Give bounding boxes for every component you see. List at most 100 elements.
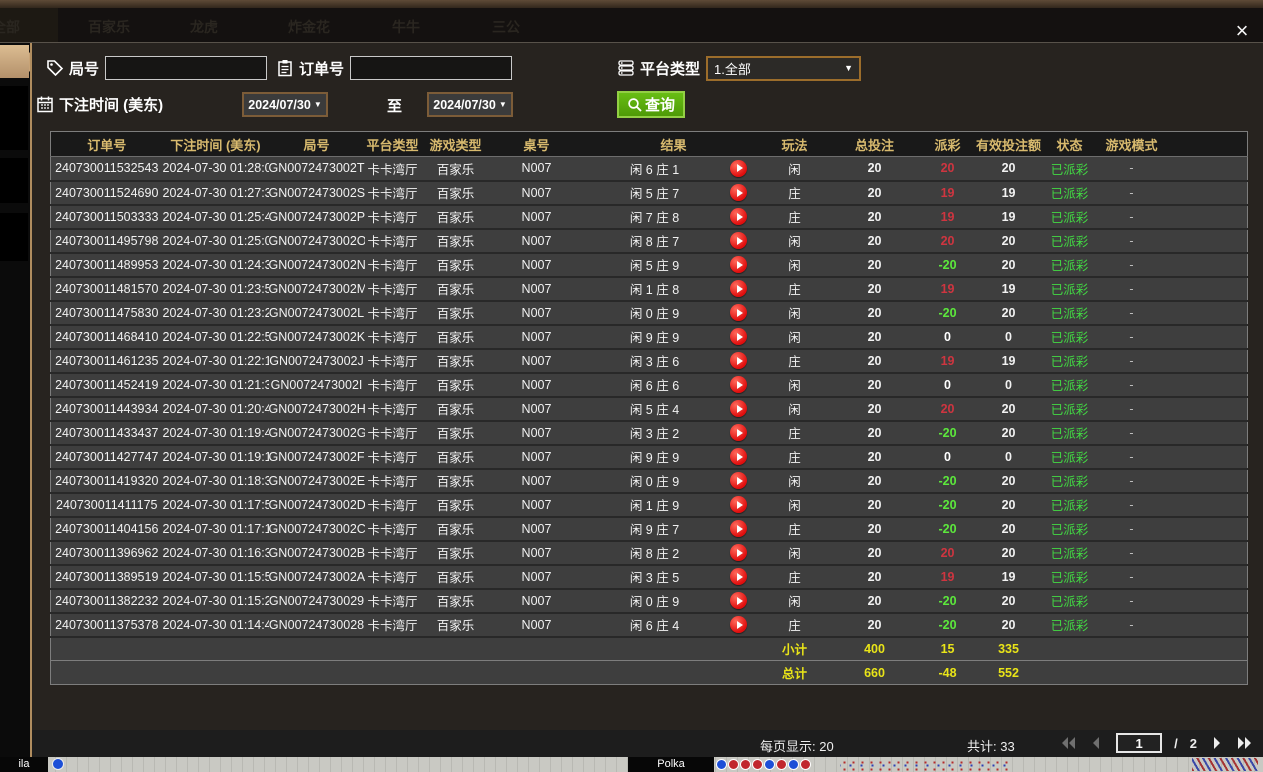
cell-order-id: 240730011382232 [50,588,163,614]
cell-mode: - [1092,276,1171,302]
cell-round-id: GN0072473002M [268,276,365,302]
cell-bet-time: 2024-07-30 01:17:16 [162,516,269,542]
cell-status: 已派彩 [1046,372,1093,398]
cell-valid-bet: 19 [970,348,1047,374]
platform-selected-value: 1.全部 [714,61,751,77]
cell-result: 闲 9 庄 7 [582,516,713,542]
cell-round-id: GN0072473002E [268,468,365,494]
cell-valid-bet: 0 [970,324,1047,350]
cell-payout: 0 [924,324,971,350]
cell-platform: 卡卡湾厅 [364,252,421,278]
cell-status: 已派彩 [1046,228,1093,254]
order-input[interactable] [350,56,513,80]
cell-filler [1170,324,1248,350]
replay-icon[interactable] [730,544,747,561]
replay-icon[interactable] [730,592,747,609]
cell-play: 庄 [764,204,825,230]
background-tab-dragontiger: 龙虎 [190,19,218,35]
col-payout: 派彩 [924,131,971,157]
replay-icon[interactable] [730,616,747,633]
cell-mode: - [1092,468,1171,494]
cell-bet-time: 2024-07-30 01:14:44 [162,612,269,638]
cell-total-bet: 20 [824,612,925,638]
first-page-icon[interactable] [1060,736,1076,750]
cell-replay [712,204,765,230]
cell-replay [712,516,765,542]
cell-replay [712,300,765,326]
cell-game-type: 百家乐 [420,492,491,518]
next-page-icon[interactable] [1209,736,1225,750]
cell-replay [712,372,765,398]
replay-icon[interactable] [730,520,747,537]
round-input[interactable] [105,56,268,80]
query-button[interactable]: 查询 [617,91,685,118]
last-page-icon[interactable] [1237,736,1253,750]
cell-result: 闲 0 庄 9 [582,588,713,614]
page-separator: / [1174,735,1178,751]
cell-platform: 卡卡湾厅 [364,348,421,374]
cell-result: 闲 3 庄 2 [582,420,713,446]
replay-icon[interactable] [730,496,747,513]
platform-select[interactable]: 1.全部 ▼ [706,55,862,81]
per-page-label: 每页显示: 20 [760,739,834,754]
subtotal-valid-bet: 335 [970,636,1047,661]
replay-icon[interactable] [730,208,747,225]
replay-icon[interactable] [730,328,747,345]
cell-status: 已派彩 [1046,156,1093,182]
background-tab-bar: 全部 百家乐 龙虎 炸金花 牛牛 三公 × [0,8,1263,43]
cell-replay [712,444,765,470]
date-from-select[interactable]: 2024/07/30 ▼ [242,92,328,117]
replay-icon[interactable] [730,568,747,585]
cell-payout: 20 [924,156,971,182]
date-to-select[interactable]: 2024/07/30 ▼ [427,92,513,117]
prev-page-icon[interactable] [1088,736,1104,750]
replay-icon[interactable] [730,304,747,321]
replay-icon[interactable] [730,352,747,369]
cell-mode: - [1092,540,1171,566]
cell-table-no: N007 [490,156,583,182]
replay-icon[interactable] [730,376,747,393]
query-button-label: 查询 [644,97,675,114]
replay-icon[interactable] [730,424,747,441]
cell-valid-bet: 20 [970,300,1047,326]
chevron-down-icon: ▼ [844,63,854,73]
total-empty [1046,660,1093,685]
cell-replay [712,468,765,494]
background-panel [0,158,28,203]
close-icon[interactable]: × [1229,18,1255,44]
cell-platform: 卡卡湾厅 [364,300,421,326]
table-row: 240730011389519 2024-07-30 01:15:55 GN00… [50,564,1248,590]
page-number-input[interactable]: 1 [1116,733,1163,753]
cell-order-id: 240730011532543 [50,156,163,182]
cell-round-id: GN00724730029 [268,588,365,614]
cell-table-no: N007 [490,324,583,350]
subtotal-total-bet: 400 [824,636,925,661]
replay-icon[interactable] [730,448,747,465]
cell-payout: -20 [924,300,971,326]
cell-filler [1170,252,1248,278]
cell-total-bet: 20 [824,516,925,542]
cell-mode: - [1092,324,1171,350]
orders-table: 订单号 下注时间 (美东) 局号 平台类型 游戏类型 桌号 结果 玩法 总投注 … [50,131,1249,685]
replay-icon[interactable] [730,256,747,273]
cell-play: 闲 [764,300,825,326]
cell-play: 庄 [764,516,825,542]
cell-result: 闲 0 庄 9 [582,300,713,326]
table-row: 240730011419320 2024-07-30 01:18:35 GN00… [50,468,1248,494]
replay-icon[interactable] [730,232,747,249]
cell-total-bet: 20 [824,396,925,422]
cell-bet-time: 2024-07-30 01:25:43 [162,204,269,230]
cell-valid-bet: 20 [970,612,1047,638]
replay-icon[interactable] [730,472,747,489]
replay-icon[interactable] [730,280,747,297]
replay-icon[interactable] [730,184,747,201]
replay-icon[interactable] [730,400,747,417]
replay-icon[interactable] [730,159,747,177]
cell-status: 已派彩 [1046,540,1093,566]
table-row: 240730011532543 2024-07-30 01:28:08 GN00… [50,156,1248,182]
cell-platform: 卡卡湾厅 [364,612,421,638]
table-row: 240730011524690 2024-07-30 01:27:30 GN00… [50,180,1248,206]
cell-play: 庄 [764,276,825,302]
cell-result: 闲 9 庄 9 [582,324,713,350]
cell-mode: - [1092,204,1171,230]
